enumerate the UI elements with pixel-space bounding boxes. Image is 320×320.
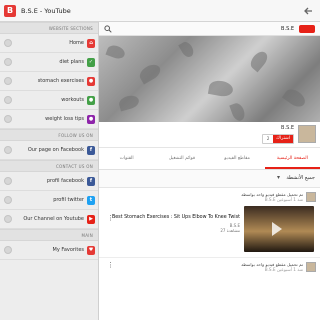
app-icon: B bbox=[4, 4, 16, 17]
youtube-page-title: B.S.E bbox=[281, 26, 294, 32]
search-icon[interactable] bbox=[104, 25, 112, 33]
bullet-icon bbox=[4, 246, 12, 254]
drawer-item-workouts[interactable]: workouts ● bbox=[0, 91, 98, 110]
tips-icon: ● bbox=[87, 115, 95, 124]
twitter-icon: t bbox=[87, 196, 95, 205]
back-arrow-icon[interactable] bbox=[302, 5, 314, 17]
activity-filter[interactable]: ▾ جميع الأنشطة bbox=[99, 170, 320, 188]
feed-item: تم تحميل مقطع فيديو واحد بواسطة B.S.E من… bbox=[99, 188, 320, 258]
drawer-item-facebook-page[interactable]: Our page on Facebook f bbox=[0, 141, 98, 160]
feed-item: تم تحميل مقطع فيديو واحد بواسطة B.S.E من… bbox=[99, 258, 320, 320]
facebook-icon: f bbox=[87, 146, 95, 155]
bullet-icon bbox=[4, 115, 12, 123]
drawer-item-label: workouts bbox=[61, 97, 84, 103]
drawer-item-label: stomach exercises bbox=[37, 78, 84, 84]
post-time: B.S.E منذ 1 أسبوعين bbox=[264, 267, 303, 272]
drawer-item-my-favorites[interactable]: My Favorites ♥ bbox=[0, 241, 98, 260]
bullet-icon bbox=[4, 77, 12, 85]
drawer-item-stomach-exercises[interactable]: stomach exercises ● bbox=[0, 72, 98, 91]
drawer-item-label: weight loss tips bbox=[45, 116, 84, 122]
youtube-top-bar: B.S.E bbox=[99, 22, 320, 36]
drawer-item-youtube-channel[interactable]: Our Channel on Youtube ▶ bbox=[0, 210, 98, 229]
tab-channels[interactable]: القنوات bbox=[99, 148, 154, 169]
post-header: تم تحميل مقطع فيديو واحد بواسطة B.S.E من… bbox=[241, 192, 303, 202]
bullet-icon bbox=[4, 39, 12, 47]
more-options-icon[interactable]: ⋮ bbox=[107, 262, 114, 269]
subscribe-button[interactable]: 2 اشتراك bbox=[262, 134, 294, 144]
drawer-item-weight-loss-tips[interactable]: weight loss tips ● bbox=[0, 110, 98, 129]
section-header-website: WEBSITE SECTIONS bbox=[0, 22, 98, 34]
drawer-item-label: profil facebook bbox=[46, 178, 84, 184]
drawer-item-diet-plans[interactable]: diet plans ✓ bbox=[0, 53, 98, 72]
youtube-icon: ▶ bbox=[87, 215, 95, 224]
channel-header: B.S.E 2 اشتراك bbox=[99, 122, 320, 148]
exercise-icon: ● bbox=[87, 77, 95, 86]
drawer-item-label: Our Channel on Youtube bbox=[23, 216, 84, 222]
drawer-item-label: profil twitter bbox=[53, 197, 84, 203]
drawer-item-home[interactable]: Home ⌂ bbox=[0, 34, 98, 53]
filter-label: جميع الأنشطة bbox=[286, 175, 315, 181]
navigation-drawer: WEBSITE SECTIONS Home ⌂ diet plans ✓ stoma… bbox=[0, 22, 99, 320]
play-icon bbox=[272, 222, 282, 236]
bullet-icon bbox=[4, 96, 12, 104]
app-title: B.S.E - YouTube bbox=[21, 6, 71, 15]
drawer-item-profil-twitter[interactable]: profil twitter t bbox=[0, 191, 98, 210]
section-header-follow: FOLLOW US ON bbox=[0, 129, 98, 141]
workout-icon: ● bbox=[87, 96, 95, 105]
bullet-icon bbox=[4, 215, 12, 223]
tab-videos[interactable]: مقاطع الفيديو bbox=[210, 148, 265, 169]
post-header: تم تحميل مقطع فيديو واحد بواسطة B.S.E من… bbox=[241, 262, 303, 272]
video-title[interactable]: Best Stomach Exercises : Sit Ups Elbow T… bbox=[112, 215, 240, 220]
diet-icon: ✓ bbox=[87, 58, 95, 67]
channel-name: B.S.E bbox=[281, 125, 294, 131]
drawer-item-label: diet plans bbox=[59, 59, 84, 65]
bullet-icon bbox=[4, 177, 12, 185]
youtube-logo-icon[interactable] bbox=[299, 25, 315, 33]
tab-home[interactable]: الصفحة الرئيسية bbox=[264, 148, 320, 169]
chevron-down-icon: ▾ bbox=[276, 174, 280, 181]
post-avatar bbox=[306, 262, 316, 272]
video-views: 27 مشاهدة bbox=[220, 228, 240, 233]
youtube-webview: B.S.E B.S.E 2 اشتراك الصفحة الرئيسية مقا… bbox=[99, 22, 320, 320]
favorite-icon: ♥ bbox=[87, 246, 95, 255]
channel-tabs: الصفحة الرئيسية مقاطع الفيديو قوائم التش… bbox=[99, 148, 320, 170]
channel-banner bbox=[99, 36, 320, 122]
bullet-icon bbox=[4, 146, 12, 154]
activity-feed: تم تحميل مقطع فيديو واحد بواسطة B.S.E من… bbox=[99, 188, 320, 320]
drawer-item-label: Our page on Facebook bbox=[27, 147, 84, 153]
section-header-contact: CONTACT US ON bbox=[0, 160, 98, 172]
subscriber-count: 2 bbox=[263, 135, 274, 143]
app-bar: B B.S.E - YouTube bbox=[0, 0, 320, 22]
section-header-main: MAIN bbox=[0, 229, 98, 241]
post-avatar bbox=[306, 192, 316, 202]
drawer-item-label: My Favorites bbox=[52, 247, 84, 253]
drawer-item-label: Home bbox=[69, 40, 84, 46]
tab-playlists[interactable]: قوائم التشغيل bbox=[154, 148, 209, 169]
drawer-item-profil-facebook[interactable]: profil facebook f bbox=[0, 172, 98, 191]
subscribe-label: اشتراك bbox=[273, 135, 293, 143]
bullet-icon bbox=[4, 196, 12, 204]
bullet-icon bbox=[4, 58, 12, 66]
facebook-icon: f bbox=[87, 177, 95, 186]
channel-avatar[interactable] bbox=[298, 125, 316, 143]
post-time: B.S.E منذ 1 أسبوعين bbox=[264, 197, 303, 202]
video-thumbnail[interactable] bbox=[244, 206, 314, 252]
home-icon: ⌂ bbox=[87, 39, 95, 48]
